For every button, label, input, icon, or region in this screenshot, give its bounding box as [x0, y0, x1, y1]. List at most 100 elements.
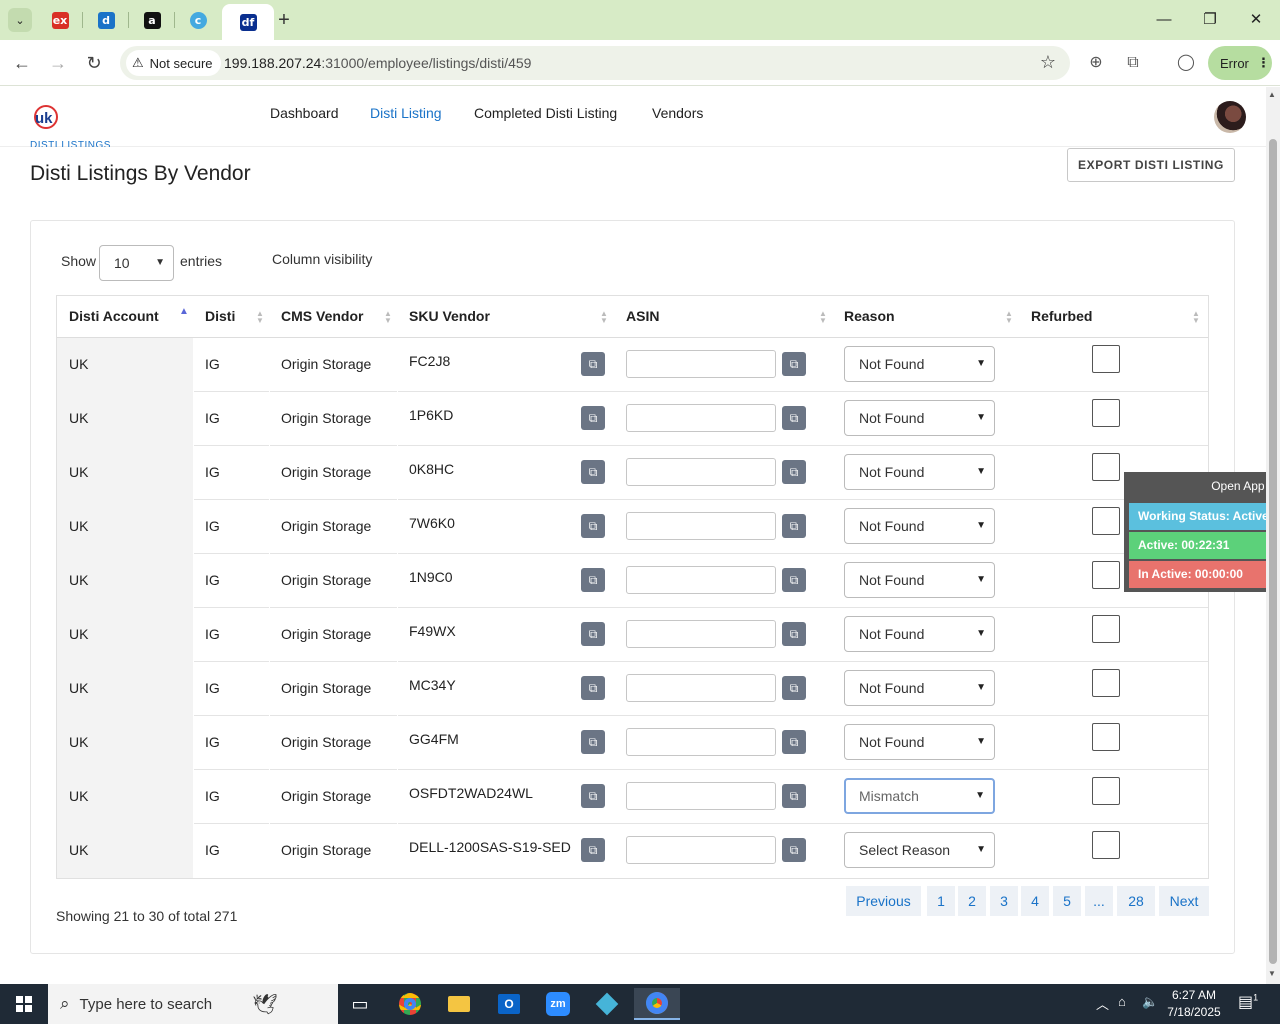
pagination-page-5[interactable]: 5 [1053, 886, 1081, 916]
reason-select[interactable]: Not Found ▼ [844, 346, 995, 382]
browser-tab-4[interactable]: c [179, 6, 217, 34]
sort-icon[interactable]: ▲ ▼ [384, 310, 392, 325]
network-icon[interactable]: ⌂ [1118, 994, 1126, 1009]
outlook-icon[interactable]: O [489, 988, 529, 1020]
user-avatar[interactable] [1214, 101, 1246, 133]
asin-input[interactable] [626, 728, 776, 756]
nav-completed-disti-listing[interactable]: Completed Disti Listing [474, 105, 617, 121]
breadcrumb[interactable]: DISTI LISTINGS [30, 139, 111, 147]
sort-icon[interactable]: ▲ ▼ [819, 310, 827, 325]
security-indicator[interactable]: ⚠ Not secure [126, 50, 221, 76]
reason-select[interactable]: Not Found ▼ [844, 562, 995, 598]
refurbed-checkbox[interactable] [1092, 507, 1120, 535]
nav-disti-listing[interactable]: Disti Listing [370, 105, 442, 121]
notification-center-icon[interactable]: ▤1 [1238, 992, 1258, 1012]
company-logo[interactable]: uk [32, 103, 60, 131]
export-disti-listing-button[interactable]: EXPORT DISTI LISTING [1067, 148, 1235, 182]
asin-input[interactable] [626, 404, 776, 432]
chrome-active-icon[interactable] [634, 988, 680, 1020]
page-scrollbar[interactable]: ▲ ▼ [1266, 87, 1280, 984]
copy-sku-button[interactable]: ⧉ [581, 676, 605, 700]
sort-icon[interactable]: ▲ ▼ [1005, 310, 1013, 325]
new-tab-button[interactable]: + [274, 8, 294, 32]
paste-asin-button[interactable]: ⧉ [782, 568, 806, 592]
pagination-page-3[interactable]: 3 [990, 886, 1018, 916]
paste-asin-button[interactable]: ⧉ [782, 838, 806, 862]
reason-select[interactable]: Not Found ▼ [844, 724, 995, 760]
browser-tab-3[interactable]: a [133, 6, 171, 34]
tab-search-button[interactable]: ⌄ [8, 8, 32, 32]
reason-select[interactable]: Not Found ▼ [844, 670, 995, 706]
asin-input[interactable] [626, 836, 776, 864]
file-explorer-icon[interactable] [439, 988, 479, 1020]
col-header-cms-vendor[interactable]: CMS Vendor [281, 308, 363, 324]
reason-select[interactable]: Select Reason ▼ [844, 832, 995, 868]
refurbed-checkbox[interactable] [1092, 453, 1120, 481]
paste-asin-button[interactable]: ⧉ [782, 514, 806, 538]
url-text[interactable]: 199.188.207.24:31000/employee/listings/d… [224, 55, 531, 71]
column-visibility-button[interactable]: Column visibility [272, 251, 372, 267]
app-diamond-icon[interactable] [587, 988, 627, 1020]
back-button[interactable]: ← [10, 51, 34, 75]
browser-tab-active[interactable]: df [222, 4, 274, 40]
paste-asin-button[interactable]: ⧉ [782, 352, 806, 376]
paste-asin-button[interactable]: ⧉ [782, 730, 806, 754]
copy-sku-button[interactable]: ⧉ [581, 784, 605, 808]
col-header-refurbed[interactable]: Refurbed [1031, 308, 1092, 324]
asin-input[interactable] [626, 782, 776, 810]
copy-sku-button[interactable]: ⧉ [581, 406, 605, 430]
sort-icon[interactable]: ▲ ▼ [600, 310, 608, 325]
zoom-icon[interactable]: zm [538, 988, 578, 1020]
scroll-thumb[interactable] [1269, 139, 1277, 964]
nav-dashboard[interactable]: Dashboard [270, 105, 339, 121]
paste-asin-button[interactable]: ⧉ [782, 784, 806, 808]
copy-sku-button[interactable]: ⧉ [581, 460, 605, 484]
col-header-disti-account[interactable]: Disti Account [69, 308, 159, 324]
col-header-asin[interactable]: ASIN [626, 308, 659, 324]
pagination-page-2[interactable]: 2 [958, 886, 986, 916]
paste-asin-button[interactable]: ⧉ [782, 406, 806, 430]
reload-button[interactable]: ↻ [82, 51, 106, 75]
col-header-disti[interactable]: Disti [205, 308, 235, 324]
minimize-button[interactable]: — [1144, 8, 1184, 32]
address-bar[interactable]: ⚠ Not secure 199.188.207.24:31000/employ… [120, 46, 1070, 80]
browser-tab-1[interactable]: ex [41, 6, 79, 34]
reason-select[interactable]: Not Found ▼ [844, 508, 995, 544]
taskbar-clock[interactable]: 6:27 AM 7/18/2025 [1160, 987, 1228, 1021]
sort-icon[interactable]: ▲ ▼ [1192, 310, 1200, 325]
pagination-page-1[interactable]: 1 [927, 886, 955, 916]
forward-button[interactable]: → [46, 51, 70, 75]
refurbed-checkbox[interactable] [1092, 723, 1120, 751]
asin-input[interactable] [626, 674, 776, 702]
reason-select[interactable]: Not Found ▼ [844, 400, 995, 436]
reason-select[interactable]: Not Found ▼ [844, 454, 995, 490]
copy-sku-button[interactable]: ⧉ [581, 838, 605, 862]
chrome-icon[interactable] [390, 988, 430, 1020]
pagination-previous[interactable]: Previous [846, 886, 921, 916]
entries-per-page-select[interactable]: 10 ▼ [99, 245, 174, 281]
show-hidden-icons[interactable]: ︿ [1096, 994, 1109, 1013]
col-header-reason[interactable]: Reason [844, 308, 895, 324]
paste-asin-button[interactable]: ⧉ [782, 622, 806, 646]
sort-asc-icon[interactable]: ▲ [179, 307, 189, 317]
pagination-next[interactable]: Next [1159, 886, 1209, 916]
asin-input[interactable] [626, 620, 776, 648]
refurbed-checkbox[interactable] [1092, 615, 1120, 643]
copy-sku-button[interactable]: ⧉ [581, 514, 605, 538]
extensions-icon[interactable]: ⧉ [1121, 51, 1145, 75]
copy-sku-button[interactable]: ⧉ [581, 730, 605, 754]
refurbed-checkbox[interactable] [1092, 831, 1120, 859]
pagination-page-4[interactable]: 4 [1021, 886, 1049, 916]
asin-input[interactable] [626, 458, 776, 486]
profile-error-button[interactable]: Error ⋮ [1208, 46, 1272, 80]
paste-asin-button[interactable]: ⧉ [782, 676, 806, 700]
profile-icon[interactable]: ◯ [1174, 51, 1198, 75]
refurbed-checkbox[interactable] [1092, 561, 1120, 589]
refurbed-checkbox[interactable] [1092, 777, 1120, 805]
close-window-button[interactable]: ✕ [1236, 8, 1276, 32]
restore-button[interactable]: ❐ [1190, 8, 1230, 32]
refurbed-checkbox[interactable] [1092, 345, 1120, 373]
taskbar-search[interactable]: ⌕ Type here to search 🕊 [48, 984, 338, 1024]
sort-icon[interactable]: ▲ ▼ [256, 310, 264, 325]
asin-input[interactable] [626, 512, 776, 540]
